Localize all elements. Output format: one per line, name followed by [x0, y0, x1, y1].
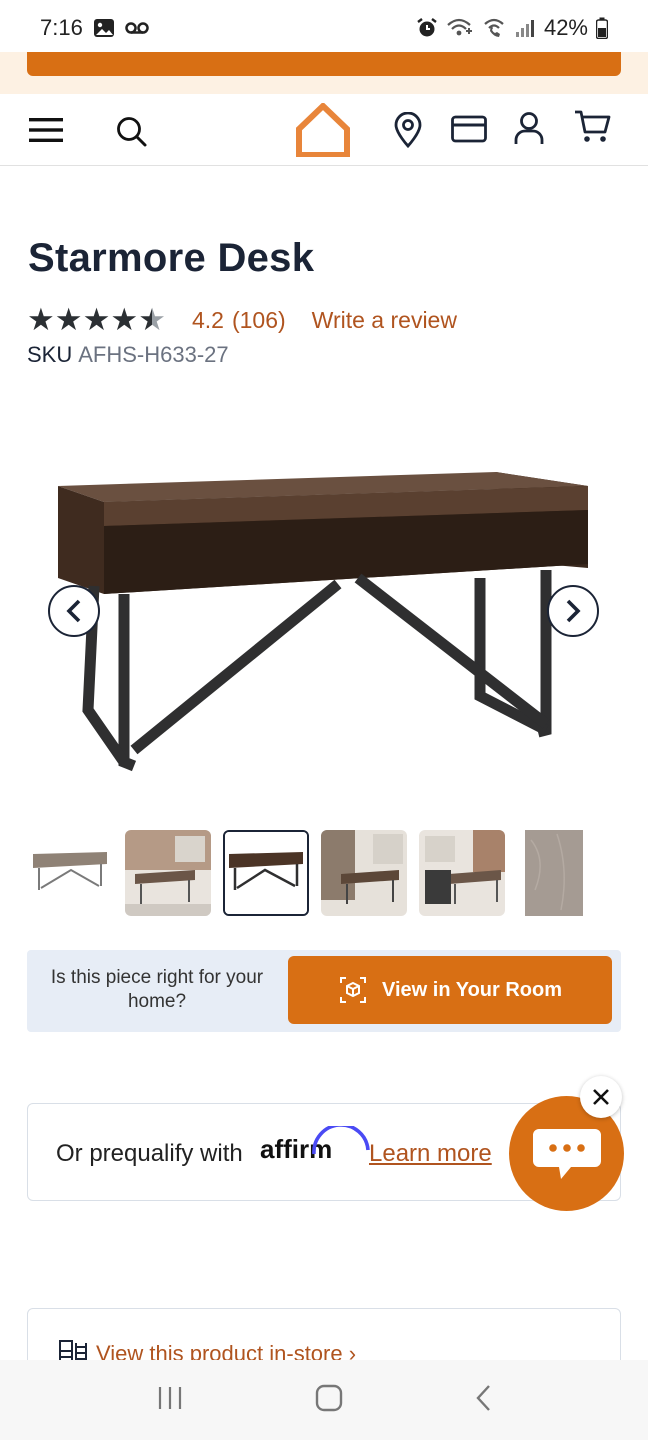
room-question: Is this piece right for your home?: [50, 967, 264, 1012]
map-pin-icon[interactable]: [392, 112, 424, 148]
view-in-room-button[interactable]: View in Your Room: [288, 956, 612, 1024]
thumbnail-5[interactable]: [419, 830, 505, 916]
rating-value[interactable]: 4.2: [192, 307, 224, 334]
alarm-icon: [416, 17, 438, 39]
site-header: [0, 94, 648, 166]
star-icon: ★: [27, 302, 55, 337]
back-icon[interactable]: [474, 1384, 492, 1417]
instore-panel: View this product in-store ›: [27, 1308, 621, 1368]
next-image-button[interactable]: [547, 585, 599, 637]
affirm-arc-icon: [312, 1126, 370, 1155]
sku-value: AFHS-H633-27: [78, 342, 229, 367]
chat-icon: [532, 1128, 601, 1179]
ar-cube-icon: [339, 977, 366, 1003]
write-review-link[interactable]: Write a review: [312, 307, 457, 334]
cart-icon[interactable]: [572, 108, 612, 144]
user-icon[interactable]: [512, 110, 546, 146]
view-in-room-panel: Is this piece right for your home? View …: [27, 950, 621, 1032]
thumbnail-1[interactable]: [27, 830, 113, 916]
sku-label: SKU: [27, 342, 73, 367]
close-icon: [593, 1089, 609, 1105]
credit-card-icon[interactable]: [450, 114, 488, 144]
chevron-right-icon: [566, 599, 581, 623]
product-title: Starmore Desk: [28, 236, 315, 280]
battery-icon: [596, 17, 608, 39]
view-in-room-label: View in Your Room: [381, 978, 563, 1001]
close-chat-button[interactable]: [580, 1076, 622, 1118]
gallery-icon: [93, 18, 115, 38]
recent-apps-icon[interactable]: [156, 1385, 184, 1416]
battery-percent: 42%: [543, 15, 588, 40]
house-logo-icon[interactable]: [294, 102, 352, 158]
prev-image-button[interactable]: [48, 585, 100, 637]
status-time: 7:16: [40, 15, 83, 40]
status-bar: 7:16 42%: [0, 0, 648, 56]
chevron-left-icon: [66, 599, 81, 623]
system-nav-bar: [0, 1360, 648, 1440]
hamburger-icon[interactable]: [28, 112, 64, 148]
wifi-calling-icon: [446, 17, 474, 39]
product-image[interactable]: [48, 460, 600, 780]
thumbnail-4[interactable]: [321, 830, 407, 916]
thumbnail-3[interactable]: [223, 830, 309, 916]
star-rating[interactable]: ★ ★ ★ ★ ★: [27, 304, 166, 336]
learn-more-link[interactable]: Learn more: [369, 1140, 492, 1168]
promo-bar[interactable]: [27, 52, 621, 76]
star-icon: ★: [54, 302, 83, 337]
voicemail-icon: [125, 21, 149, 35]
star-partial-icon: ★: [138, 302, 166, 337]
sku-line: SKU AFHS-H633-27: [27, 342, 229, 368]
thumbnail-2[interactable]: [125, 830, 211, 916]
home-icon[interactable]: [315, 1384, 343, 1417]
rating-row: ★ ★ ★ ★ ★ 4.2 (106) Write a review: [27, 304, 457, 336]
star-icon: ★: [82, 302, 111, 337]
promo-banner: [0, 52, 648, 94]
affirm-text: Or prequalify with: [56, 1140, 243, 1167]
star-icon: ★: [110, 302, 139, 337]
search-icon[interactable]: [114, 114, 150, 150]
affirm-logo: affirm: [260, 1126, 370, 1165]
signal-icon: [514, 18, 536, 38]
review-count[interactable]: (106): [232, 307, 286, 334]
volte-call-icon: [482, 17, 506, 39]
thumbnail-strip: [27, 830, 627, 918]
thumbnail-6-swatch[interactable]: [517, 830, 595, 916]
